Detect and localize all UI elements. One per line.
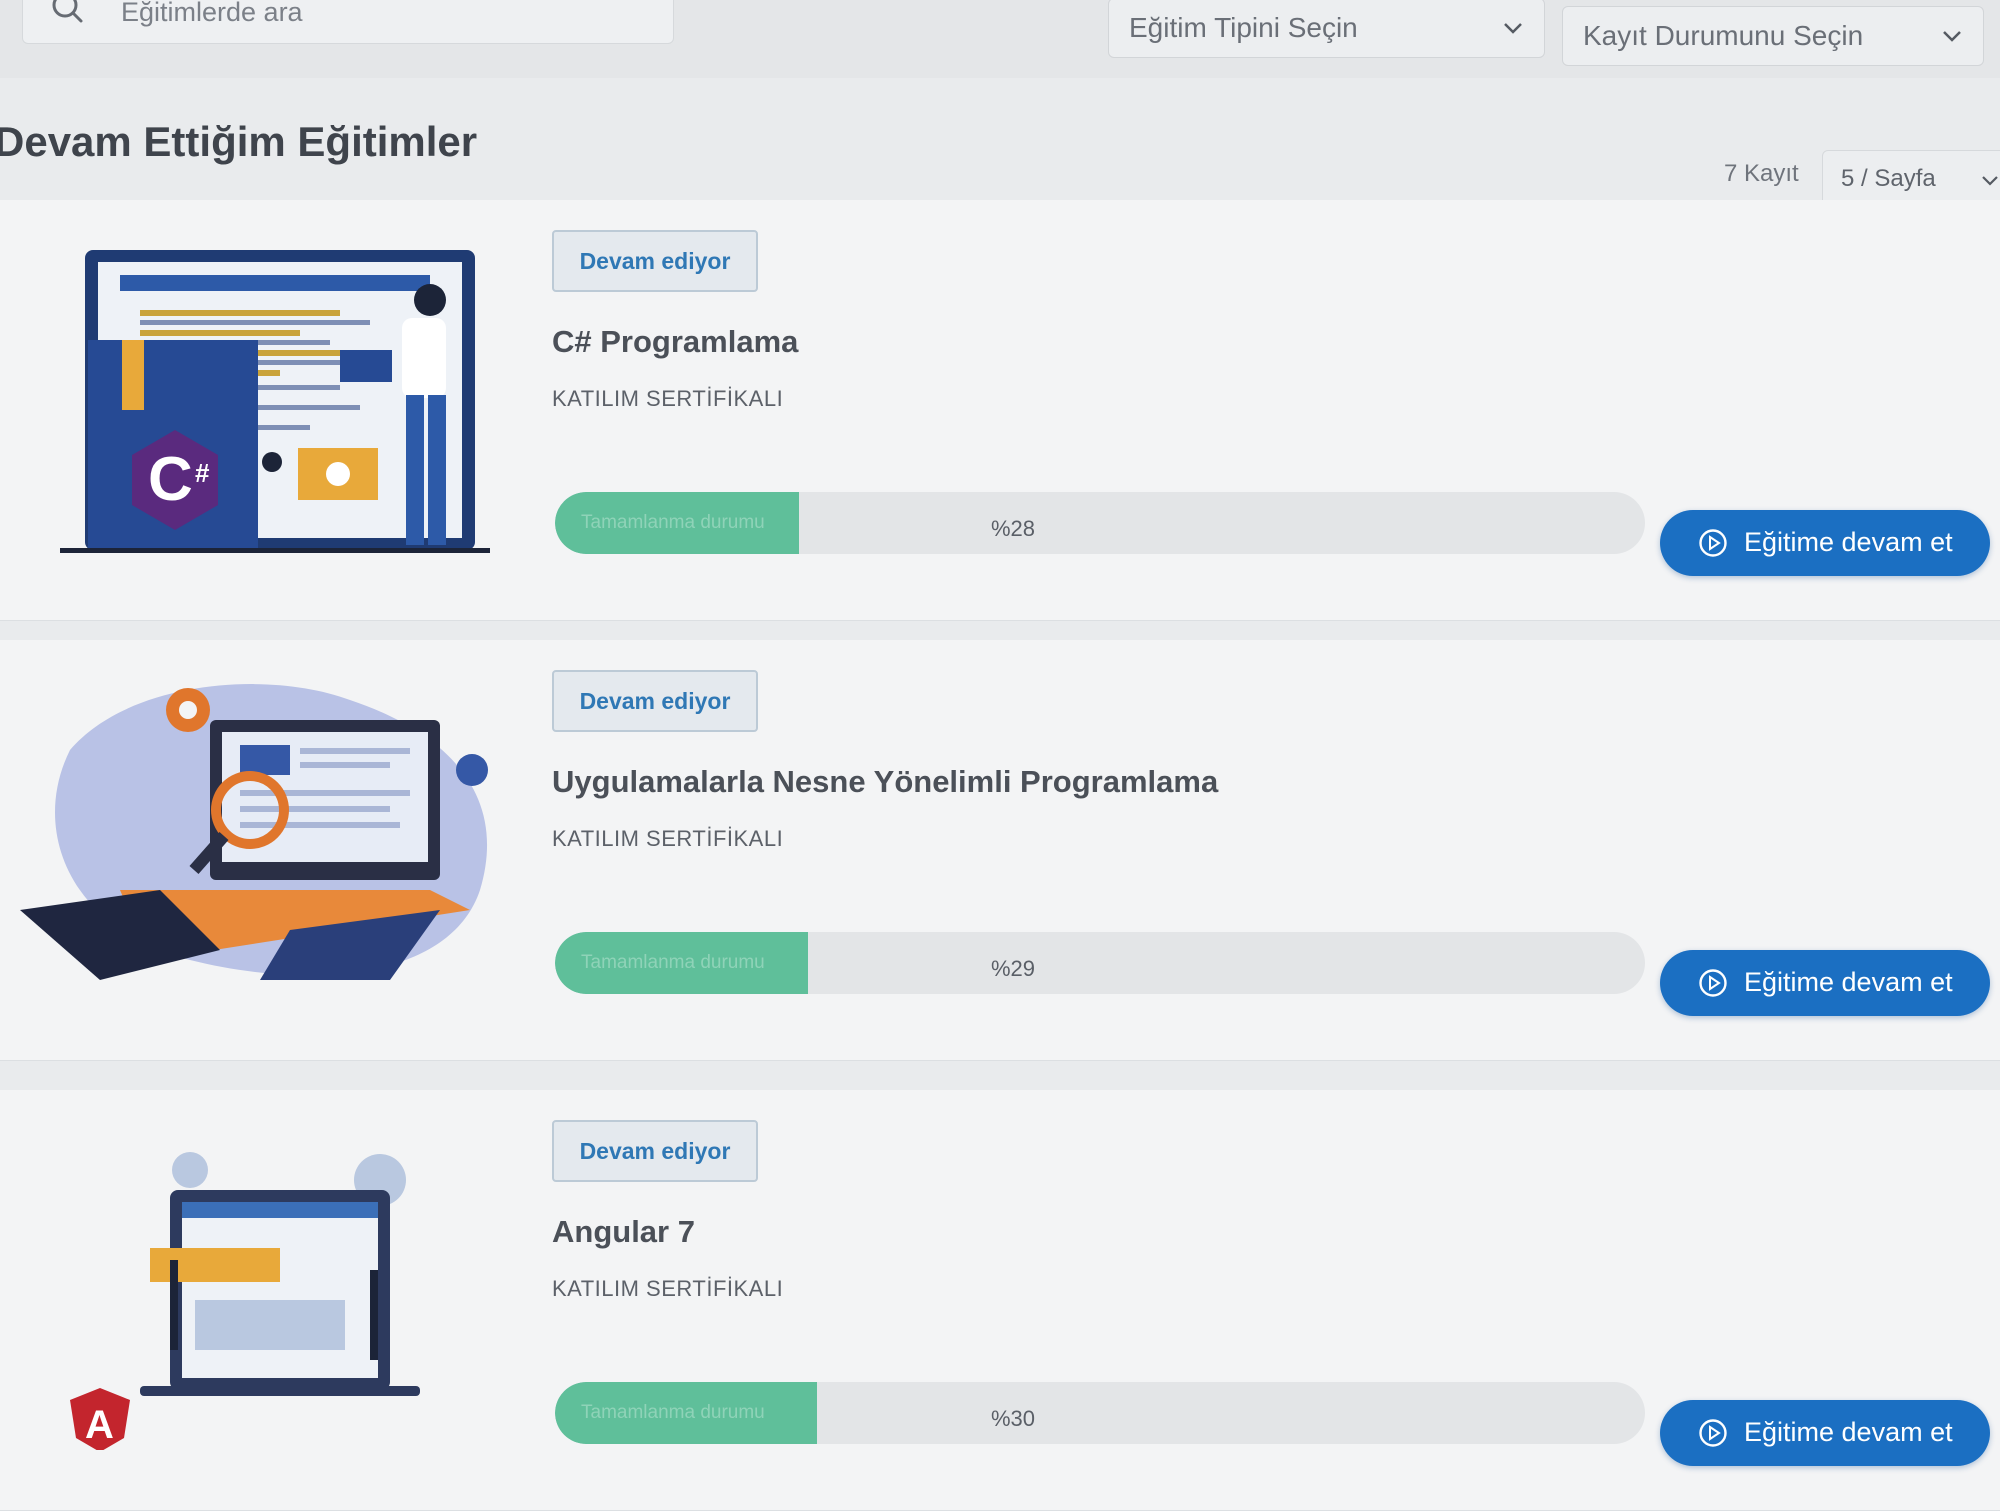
status-badge: Devam ediyor bbox=[552, 670, 758, 732]
svg-text:#: # bbox=[195, 458, 210, 488]
course-card: C # Devam ediyor C# Programlama KATILIM … bbox=[0, 200, 2000, 621]
progress-fill: Tamamlanma durumu bbox=[555, 1382, 817, 1444]
enrollment-status-select-label: Kayıt Durumunu Seçin bbox=[1583, 20, 1864, 51]
record-count: 7 Kayıt bbox=[1724, 160, 1799, 187]
training-type-select-label: Eğitim Tipini Seçin bbox=[1129, 12, 1358, 43]
certificate-type: KATILIM SERTİFİKALI bbox=[552, 826, 784, 851]
progress-label: Tamamlanma durumu bbox=[581, 512, 765, 533]
progress-bar: Tamamlanma durumu bbox=[555, 1382, 1645, 1444]
continue-training-label: Eğitime devam et bbox=[1744, 527, 1953, 557]
page-size-label: 5 / Sayfa bbox=[1841, 165, 1936, 192]
certificate-type: KATILIM SERTİFİKALI bbox=[552, 1276, 784, 1301]
progress-percent: %30 bbox=[991, 1406, 1036, 1431]
progress-fill: Tamamlanma durumu bbox=[555, 932, 808, 994]
continue-training-label: Eğitime devam et bbox=[1744, 967, 1953, 997]
status-badge: Devam ediyor bbox=[552, 230, 758, 292]
course-card: A Devam ediyor Angular 7 KATILIM SERTİFİ… bbox=[0, 1090, 2000, 1511]
oop-illustration-icon bbox=[20, 684, 488, 980]
progress-fill: Tamamlanma durumu bbox=[555, 492, 799, 554]
angular-illustration-icon: A bbox=[70, 1152, 420, 1450]
enrollment-status-select[interactable]: Kayıt Durumunu Seçin bbox=[1562, 6, 1984, 66]
filter-bar: Eğitim Tipini Seçin Kayıt Durumunu Seçin bbox=[0, 0, 2000, 78]
svg-text:C: C bbox=[148, 445, 193, 514]
course-title[interactable]: Angular 7 bbox=[552, 1214, 695, 1250]
training-type-select[interactable]: Eğitim Tipini Seçin bbox=[1108, 0, 1545, 58]
progress-label: Tamamlanma durumu bbox=[581, 1402, 765, 1423]
certificate-type: KATILIM SERTİFİKALI bbox=[552, 386, 784, 411]
chevron-down-icon bbox=[1943, 31, 1961, 42]
search-box[interactable] bbox=[22, 0, 674, 44]
status-badge: Devam ediyor bbox=[552, 1120, 758, 1182]
play-circle-icon bbox=[1699, 1419, 1727, 1447]
continue-training-button[interactable]: Eğitime devam et bbox=[1660, 950, 1990, 1016]
csharp-illustration-icon: C # bbox=[60, 250, 490, 553]
page-size-select[interactable]: 5 / Sayfa bbox=[1822, 150, 2000, 206]
course-title[interactable]: Uygulamalarla Nesne Yönelimli Programlam… bbox=[552, 764, 1218, 800]
course-title[interactable]: C# Programlama bbox=[552, 324, 798, 360]
play-circle-icon bbox=[1699, 529, 1727, 557]
play-circle-icon bbox=[1699, 969, 1727, 997]
progress-percent: %29 bbox=[991, 956, 1036, 981]
progress-bar: Tamamlanma durumu bbox=[555, 492, 1645, 554]
continue-training-button[interactable]: Eğitime devam et bbox=[1660, 1400, 1990, 1466]
search-input[interactable] bbox=[119, 0, 643, 33]
continue-training-button[interactable]: Eğitime devam et bbox=[1660, 510, 1990, 576]
search-icon bbox=[52, 0, 83, 23]
progress-bar: Tamamlanma durumu bbox=[555, 932, 1645, 994]
course-card: Devam ediyor Uygulamalarla Nesne Yönelim… bbox=[0, 640, 2000, 1061]
progress-label: Tamamlanma durumu bbox=[581, 952, 765, 973]
continue-training-label: Eğitime devam et bbox=[1744, 1417, 1953, 1447]
page-title: Devam Ettiğim Eğitimler bbox=[0, 118, 478, 165]
svg-text:A: A bbox=[85, 1403, 114, 1447]
chevron-down-icon bbox=[1982, 176, 1998, 186]
chevron-down-icon bbox=[1504, 23, 1522, 34]
progress-percent: %28 bbox=[991, 516, 1036, 541]
